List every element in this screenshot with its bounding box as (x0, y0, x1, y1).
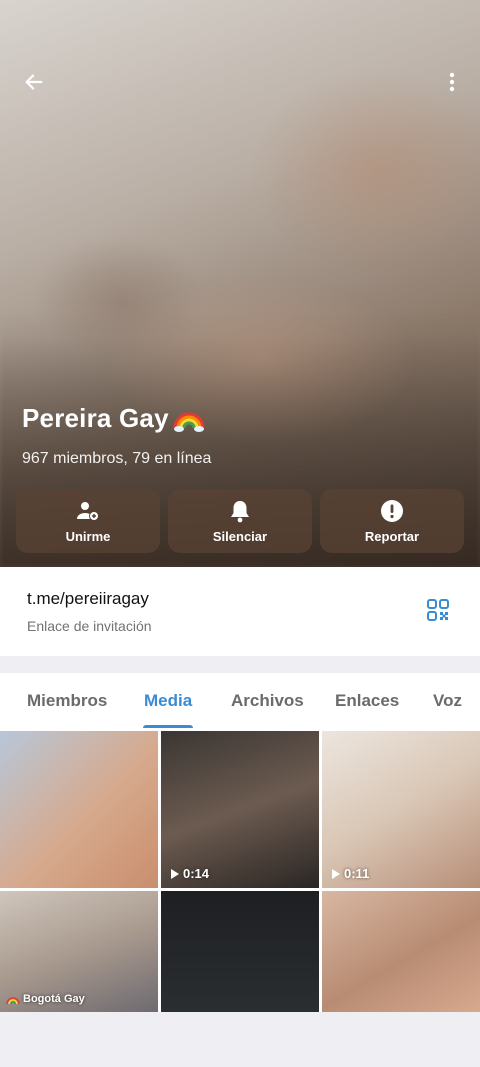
more-options-button[interactable] (432, 62, 472, 102)
tab-files[interactable]: Archivos (231, 691, 304, 711)
join-button[interactable]: Unirme (16, 489, 160, 553)
invite-link[interactable]: t.me/pereiiragay (27, 589, 149, 609)
video-duration: 0:11 (332, 866, 369, 881)
tab-members[interactable]: Miembros (27, 691, 107, 711)
qr-code-icon[interactable] (426, 598, 450, 622)
play-icon (332, 868, 340, 879)
media-grid: 0:14 0:11 Bogotá Gay (0, 729, 480, 1012)
invite-link-card[interactable]: t.me/pereiiragay Enlace de invitación (0, 567, 480, 656)
back-button[interactable] (14, 62, 54, 102)
active-tab-indicator (143, 725, 193, 728)
play-icon (171, 868, 179, 879)
mute-button[interactable]: Silenciar (168, 489, 312, 553)
profile-header: Pereira Gay 967 miembros, 79 en línea Un… (0, 0, 480, 567)
watermark: Bogotá Gay (6, 992, 85, 1006)
media-tabs: Miembros Media Archivos Enlaces Voz (0, 673, 480, 729)
more-vertical-icon (449, 72, 455, 92)
action-bar: Unirme Silenciar Reportar (16, 489, 464, 553)
bell-icon (231, 500, 249, 522)
video-duration: 0:14 (171, 866, 209, 881)
add-user-icon (77, 501, 99, 521)
member-count: 967 miembros, 79 en línea (22, 450, 212, 467)
tab-media[interactable]: Media (144, 691, 192, 711)
invite-link-caption: Enlace de invitación (27, 618, 152, 634)
media-thumb[interactable] (161, 891, 319, 1012)
report-button[interactable]: Reportar (320, 489, 464, 553)
group-name: Pereira Gay (22, 402, 169, 433)
rainbow-icon (173, 412, 205, 432)
media-thumb[interactable]: 0:14 (161, 731, 319, 888)
join-label: Unirme (65, 528, 111, 544)
media-thumb[interactable] (0, 731, 158, 888)
tab-voice[interactable]: Voz (433, 691, 462, 711)
alert-icon (381, 499, 403, 522)
media-thumb[interactable]: 0:11 (322, 731, 480, 888)
profile-info: Pereira Gay 967 miembros, 79 en línea (22, 400, 211, 468)
arrow-left-icon (25, 74, 43, 90)
tab-links[interactable]: Enlaces (335, 691, 399, 711)
media-thumb[interactable] (322, 891, 480, 1012)
profile-title: Pereira Gay (22, 400, 211, 436)
report-label: Reportar (364, 528, 420, 544)
media-thumb[interactable]: Bogotá Gay (0, 891, 158, 1012)
mute-label: Silenciar (212, 528, 268, 544)
rainbow-icon (6, 997, 20, 1005)
